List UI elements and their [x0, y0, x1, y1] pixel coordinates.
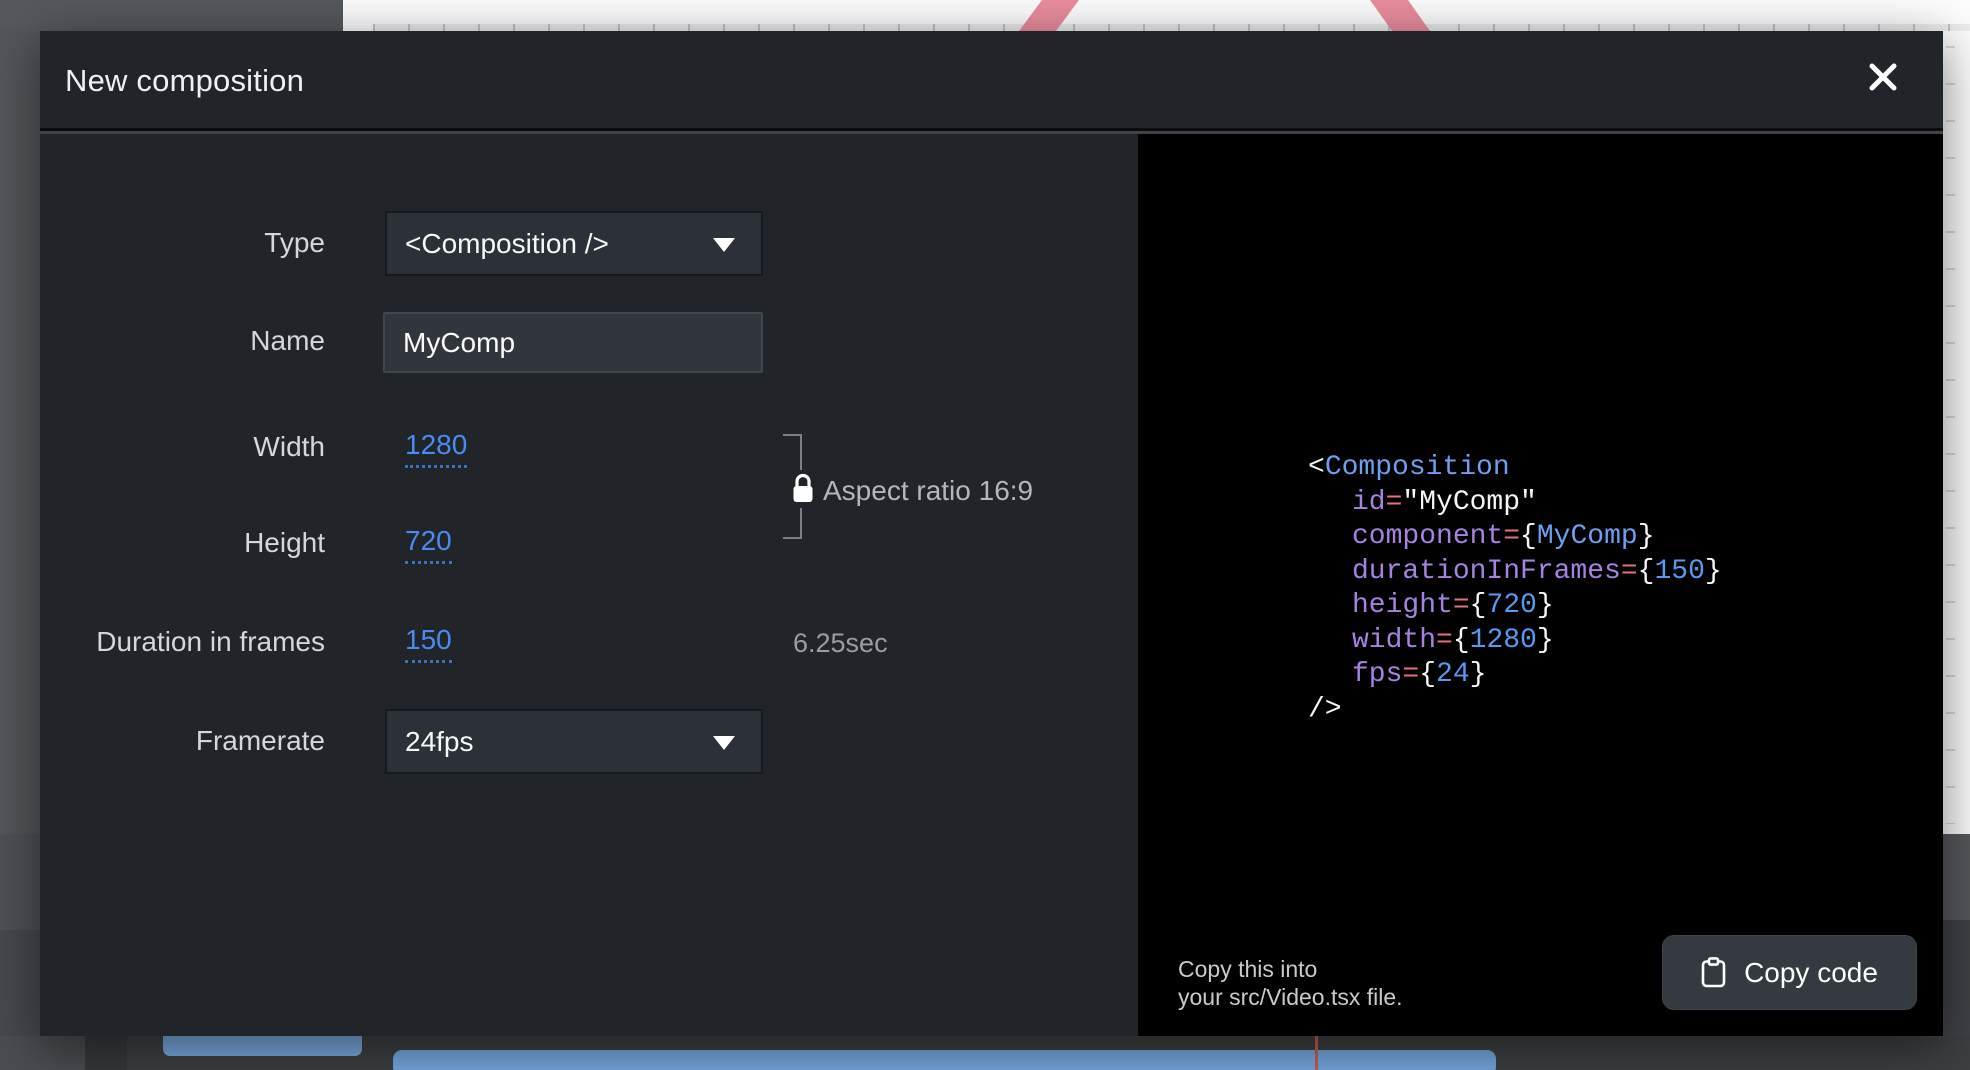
chevron-down-icon — [713, 736, 735, 750]
code-line: id="MyComp" — [1138, 486, 1943, 521]
code-line: fps={24} — [1138, 658, 1943, 693]
background-panel-right-bottom — [1943, 920, 1970, 1036]
aspect-bracket-bottom — [783, 508, 802, 539]
new-composition-dialog: New composition Type <Composition /> Nam… — [40, 31, 1943, 1036]
background-canvas-right — [1943, 31, 1970, 834]
clipboard-icon — [1701, 957, 1726, 988]
dialog-body: Type <Composition /> Name Width 1280 Hei… — [40, 134, 1943, 1036]
app-screen: New composition Type <Composition /> Nam… — [0, 0, 1970, 1070]
height-label: Height — [40, 527, 325, 559]
dialog-title: New composition — [65, 31, 304, 131]
timeline-clip-large — [393, 1050, 1496, 1070]
type-select[interactable]: <Composition /> — [385, 211, 763, 276]
lock-icon — [792, 473, 814, 505]
framerate-select[interactable]: 24fps — [385, 709, 763, 774]
code-line: /> — [1138, 693, 1943, 728]
name-label: Name — [40, 325, 325, 357]
timeline-divider — [85, 1036, 127, 1070]
background-panel-right-mid — [1943, 834, 1970, 920]
framerate-label: Framerate — [40, 725, 325, 757]
aspect-ratio-label: Aspect ratio 16:9 — [823, 475, 1033, 507]
composition-form: Type <Composition /> Name Width 1280 Hei… — [40, 134, 1138, 1036]
duration-value[interactable]: 150 — [405, 624, 452, 663]
type-select-value: <Composition /> — [405, 213, 609, 274]
name-input[interactable] — [383, 312, 763, 373]
width-value[interactable]: 1280 — [405, 429, 467, 468]
copy-instructions-line1: Copy this into — [1178, 955, 1403, 983]
duration-label: Duration in frames — [40, 626, 325, 658]
duration-seconds: 6.25sec — [793, 628, 888, 659]
code-preview-panel: <Compositionid="MyComp"component={MyComp… — [1138, 134, 1943, 1036]
copy-instructions-line2: your src/Video.tsx file. — [1178, 983, 1403, 1011]
code-line: width={1280} — [1138, 624, 1943, 659]
copy-instructions: Copy this into your src/Video.tsx file. — [1178, 955, 1403, 1011]
x-icon — [1868, 62, 1898, 92]
copy-code-button[interactable]: Copy code — [1662, 935, 1917, 1010]
timeline-playhead — [1315, 1036, 1318, 1070]
pink-letter-stroke — [0, 0, 1970, 31]
vertical-ruler-ticks — [1946, 46, 1955, 824]
height-value[interactable]: 720 — [405, 525, 452, 564]
framerate-select-value: 24fps — [405, 711, 474, 772]
timeline-sidebar — [0, 1036, 85, 1070]
close-button[interactable] — [1861, 56, 1905, 100]
code-line: height={720} — [1138, 589, 1943, 624]
background-sidebar-left — [0, 31, 40, 834]
width-label: Width — [40, 431, 325, 463]
code-line: durationInFrames={150} — [1138, 555, 1943, 590]
code-line: component={MyComp} — [1138, 520, 1943, 555]
aspect-bracket-top — [783, 434, 802, 470]
background-sidebar-left-bottom — [0, 930, 40, 1036]
code-snippet: <Compositionid="MyComp"component={MyComp… — [1138, 451, 1943, 727]
background-sidebar-left-mid — [0, 834, 40, 930]
copy-code-label: Copy code — [1744, 957, 1878, 989]
dialog-header: New composition — [40, 31, 1943, 131]
type-label: Type — [40, 227, 325, 259]
chevron-down-icon — [713, 238, 735, 252]
code-line: <Composition — [1138, 451, 1943, 486]
timeline-clip-small — [163, 1036, 362, 1056]
